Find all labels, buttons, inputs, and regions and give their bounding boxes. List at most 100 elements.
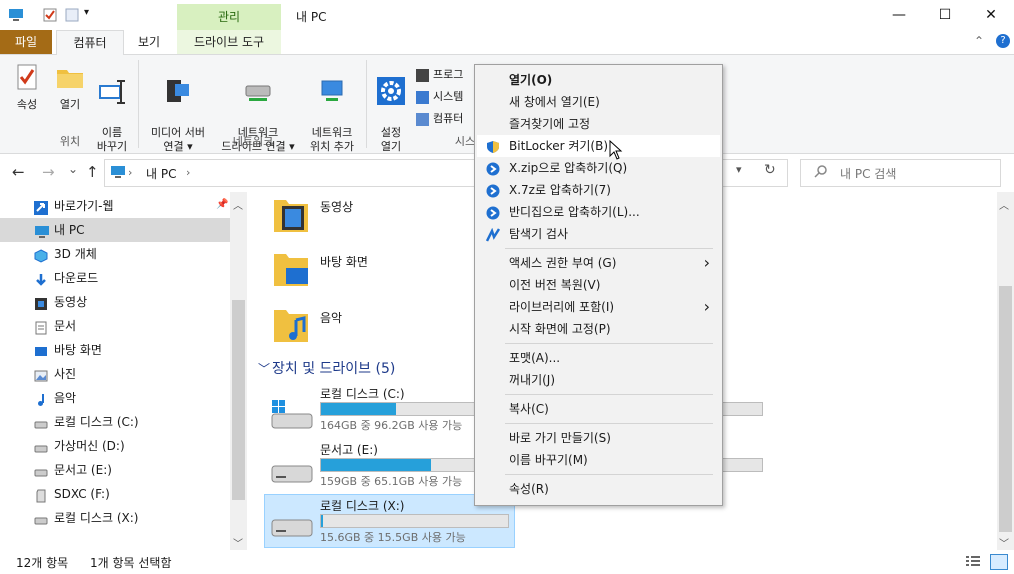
tree-item[interactable]: 다운로드	[0, 266, 230, 290]
pin-icon[interactable]: 📌	[216, 199, 228, 210]
menu-item[interactable]: X.7z로 압축하기(7)	[477, 179, 720, 201]
menu-item[interactable]: 열기(O)	[477, 69, 720, 91]
properties-check-icon[interactable]	[42, 7, 58, 23]
tree-item-label: 로컬 디스크 (C:)	[54, 415, 139, 429]
menu-item[interactable]: 꺼내기(J)	[477, 369, 720, 391]
folder-label[interactable]: 바탕 화면	[320, 253, 368, 270]
tree-item-label: 로컬 디스크 (X:)	[54, 511, 139, 525]
scroll-up-arrow-icon[interactable]: ︿	[999, 197, 1009, 212]
computer-manage-button[interactable]: 컴퓨터	[416, 108, 463, 130]
folder-label[interactable]: 동영상	[320, 198, 353, 215]
tree-item[interactable]: 가상머신 (D:)	[0, 434, 230, 458]
computer-icon[interactable]	[8, 7, 24, 23]
back-button[interactable]: ←	[12, 163, 25, 181]
system-small-buttons: 프로그 시스템 컴퓨터	[416, 64, 463, 130]
group-divider	[138, 60, 139, 148]
recent-locations-button[interactable]: ⌄	[68, 162, 78, 176]
drive-label[interactable]: 문서고 (E:)	[320, 441, 378, 458]
menu-item[interactable]: 포맷(A)...	[477, 347, 720, 369]
menu-item-label: BitLocker 켜기(B)	[509, 139, 609, 153]
programs-label: 프로그	[433, 68, 464, 81]
open-settings-label: 설정 열기	[380, 126, 402, 153]
properties-button[interactable]: 속성	[6, 62, 48, 112]
tree-item[interactable]: 3D 개체	[0, 242, 230, 266]
tree-item[interactable]: 로컬 디스크 (X:)	[0, 506, 230, 530]
menu-item[interactable]: 반디집으로 압축하기(L)...	[477, 201, 720, 223]
tree-item[interactable]: 동영상	[0, 290, 230, 314]
collapse-ribbon-icon[interactable]: ⌃	[974, 34, 984, 48]
scroll-down-arrow-icon[interactable]: ﹀	[233, 535, 243, 550]
content-scroll-thumb[interactable]	[999, 286, 1012, 532]
tab-file[interactable]: 파일	[0, 30, 52, 54]
address-separator[interactable]: ›	[186, 166, 190, 179]
open-button[interactable]: 열기	[50, 62, 90, 112]
tab-drive-tools[interactable]: 드라이브 도구	[177, 30, 281, 54]
large-icons-view-icon[interactable]	[990, 554, 1008, 570]
menu-separator	[505, 343, 713, 344]
menu-item[interactable]: 탐색기 검사	[477, 223, 720, 245]
close-button[interactable]: ✕	[968, 0, 1014, 30]
system-properties-button[interactable]: 시스템	[416, 86, 463, 108]
address-separator[interactable]: ›	[128, 166, 132, 179]
programs-button[interactable]: 프로그	[416, 64, 463, 86]
address-dropdown-icon[interactable]: ▾	[736, 163, 742, 176]
menu-item[interactable]: 이전 버전 복원(V)	[477, 274, 720, 296]
system-properties-label: 시스템	[433, 90, 464, 103]
cube-icon	[34, 247, 48, 263]
tree-item-label: 음악	[54, 391, 77, 405]
context-tab-manage[interactable]: 관리	[177, 4, 281, 30]
menu-item[interactable]: 라이브러리에 포함(I) ›	[477, 296, 720, 318]
tree-item[interactable]: 문서고 (E:)	[0, 458, 230, 482]
up-button[interactable]: ↑	[86, 163, 99, 181]
drive-label[interactable]: 로컬 디스크 (X:)	[320, 497, 404, 514]
menu-item[interactable]: 복사(C)	[477, 398, 720, 420]
menu-separator	[505, 423, 713, 424]
computer-manage-label: 컴퓨터	[433, 112, 464, 125]
tree-item[interactable]: SDXC (F:)	[0, 482, 230, 506]
section-collapse-chevron-icon[interactable]: ﹀	[258, 360, 270, 377]
scroll-down-arrow-icon[interactable]: ﹀	[999, 535, 1009, 550]
tree-item[interactable]: 문서	[0, 314, 230, 338]
tree-item[interactable]: 바로가기-웹	[0, 194, 230, 218]
menu-item[interactable]: 즐겨찾기에 고정	[477, 113, 720, 135]
tree-item[interactable]: 내 PC	[0, 218, 230, 242]
navigation-scroll-thumb[interactable]	[232, 300, 245, 500]
menu-item-label: 바로 가기 만들기(S)	[509, 431, 611, 445]
menu-item[interactable]: BitLocker 켜기(B)	[477, 135, 720, 157]
menu-item[interactable]: 시작 화면에 고정(P)	[477, 318, 720, 340]
desktop-folder-icon[interactable]	[272, 248, 310, 288]
menu-item[interactable]: 이름 바꾸기(M)	[477, 449, 720, 471]
drive-label[interactable]: 로컬 디스크 (C:)	[320, 385, 405, 402]
search-box[interactable]	[800, 159, 1001, 187]
status-item-count: 12개 항목	[16, 556, 69, 570]
music-folder-icon[interactable]	[272, 304, 310, 344]
tree-item[interactable]: 바탕 화면	[0, 338, 230, 362]
menu-item-label: 포맷(A)...	[509, 351, 561, 365]
menu-item[interactable]: X.zip으로 압축하기(Q)	[477, 157, 720, 179]
devices-section-header[interactable]: 장치 및 드라이브 (5)	[272, 358, 395, 378]
tab-view[interactable]: 보기	[128, 30, 170, 54]
refresh-button[interactable]: ↻	[764, 162, 776, 178]
menu-item[interactable]: 속성(R)	[477, 478, 720, 500]
menu-item[interactable]: 바로 가기 만들기(S)	[477, 427, 720, 449]
tree-item[interactable]: 음악	[0, 386, 230, 410]
tab-computer[interactable]: 컴퓨터	[56, 30, 124, 55]
tree-item[interactable]: 로컬 디스크 (C:)	[0, 410, 230, 434]
open-settings-button[interactable]: 설정 열기	[370, 62, 412, 154]
menu-item[interactable]: 새 창에서 열기(E)	[477, 91, 720, 113]
details-view-icon[interactable]	[966, 555, 980, 567]
forward-button[interactable]: →	[42, 163, 55, 181]
new-folder-icon[interactable]	[64, 7, 80, 23]
menu-item[interactable]: 액세스 권한 부여 (G) ›	[477, 252, 720, 274]
scroll-up-arrow-icon[interactable]: ︿	[233, 197, 243, 212]
help-icon[interactable]: ?	[996, 34, 1010, 48]
maximize-button[interactable]: ☐	[922, 0, 968, 30]
group-label-network: 네트워크	[232, 135, 274, 148]
tree-item[interactable]: 사진	[0, 362, 230, 386]
quick-access-dropdown-icon[interactable]: ▾	[84, 7, 96, 23]
address-segment-this-pc[interactable]: 내 PC	[146, 165, 176, 182]
minimize-button[interactable]: —	[876, 0, 922, 30]
folder-label[interactable]: 음악	[320, 309, 342, 326]
video-folder-icon[interactable]	[272, 194, 310, 234]
submenu-arrow-icon: ›	[703, 297, 710, 316]
